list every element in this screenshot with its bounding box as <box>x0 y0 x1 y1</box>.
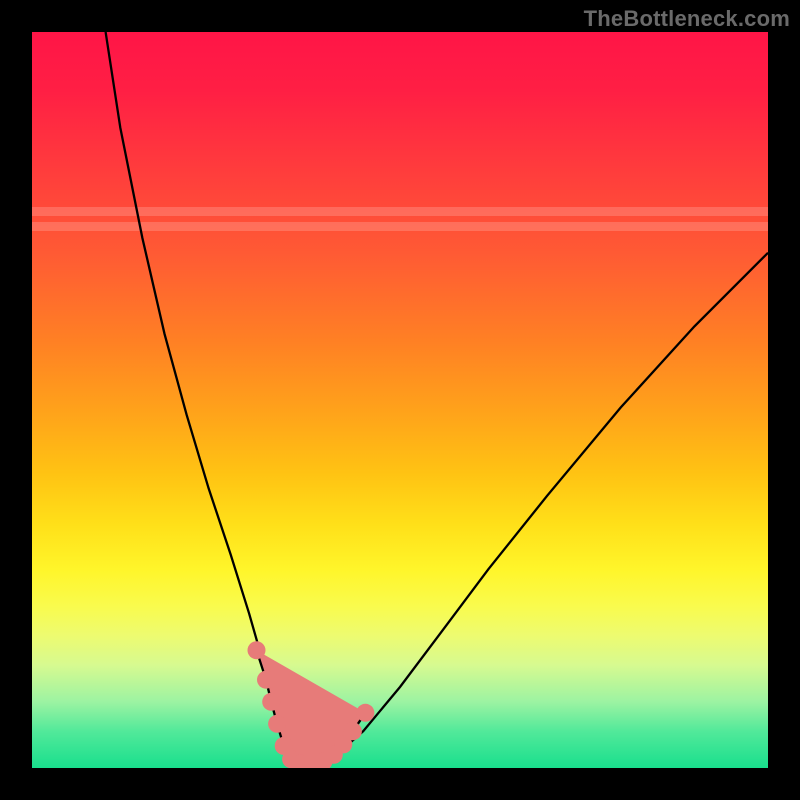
plot-area <box>32 32 768 768</box>
chart-frame: TheBottleneck.com <box>0 0 800 800</box>
data-markers <box>248 641 375 768</box>
watermark-text: TheBottleneck.com <box>584 6 790 32</box>
bottleneck-curve <box>32 32 768 768</box>
